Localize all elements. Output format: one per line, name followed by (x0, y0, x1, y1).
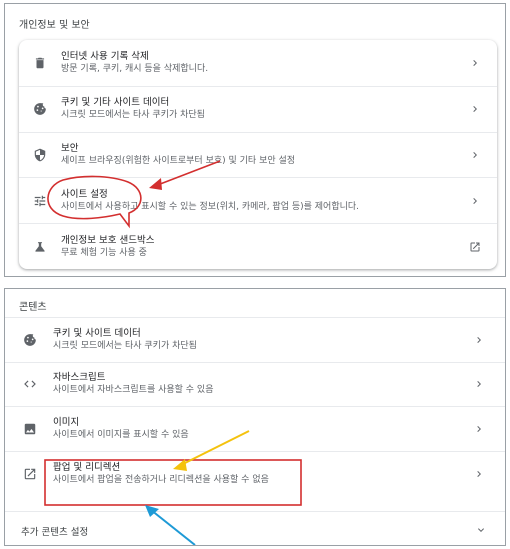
cookie-icon (23, 333, 37, 347)
open-in-new-icon (23, 467, 37, 481)
privacy-section-title: 개인정보 및 보안 (19, 20, 90, 31)
chevron-right-icon[interactable] (469, 149, 481, 161)
row-title: 이미지 (53, 416, 80, 428)
chevron-right-icon[interactable] (469, 195, 481, 207)
privacy-security-panel: 개인정보 및 보안 인터넷 사용 기록 삭제 방문 기록, 쿠키, 캐시 등을 … (4, 3, 506, 277)
row-subtitle: 사이트에서 팝업을 전송하거나 리디렉션을 사용할 수 없음 (53, 474, 269, 485)
row-subtitle: 시크릿 모드에서는 타사 쿠키가 차단됨 (61, 110, 205, 121)
row-title: 보안 (61, 142, 79, 154)
row-title: 개인정보 보호 샌드박스 (61, 234, 155, 246)
row-title: 인터넷 사용 기록 삭제 (61, 50, 149, 62)
cookie-icon (33, 102, 47, 116)
images-row[interactable]: 이미지 사이트에서 이미지를 표시할 수 있음 (5, 406, 505, 451)
row-title: 쿠키 및 기타 사이트 데이터 (61, 97, 170, 109)
row-subtitle: 시크릿 모드에서는 타사 쿠키가 차단됨 (53, 340, 197, 351)
content-section-title: 콘텐츠 (19, 302, 47, 313)
site-settings-row[interactable]: 사이트 설정 사이트에서 사용하고 표시할 수 있는 정보(위치, 카메라, 팝… (19, 177, 497, 223)
content-cookies-row[interactable]: 쿠키 및 사이트 데이터 시크릿 모드에서는 타사 쿠키가 차단됨 (5, 317, 505, 362)
row-subtitle: 사이트에서 자바스크립트를 사용할 수 있음 (53, 385, 214, 396)
row-title: 자바스크립트 (53, 372, 106, 384)
chevron-down-icon[interactable] (475, 524, 487, 536)
image-icon (23, 422, 37, 436)
security-row[interactable]: 보안 세이프 브라우징(위험한 사이트로부터 보호) 및 기타 보안 설정 (19, 131, 497, 178)
flask-icon (33, 240, 47, 254)
additional-content-settings-row[interactable]: 추가 콘텐츠 설정 (5, 511, 505, 545)
cookies-site-data-row[interactable]: 쿠키 및 기타 사이트 데이터 시크릿 모드에서는 타사 쿠키가 차단됨 (19, 85, 497, 132)
clear-browsing-data-row[interactable]: 인터넷 사용 기록 삭제 방문 기록, 쿠키, 캐시 등을 삭제합니다. (19, 40, 497, 86)
row-subtitle: 사이트에서 이미지를 표시할 수 있음 (53, 429, 189, 440)
shield-icon (33, 148, 47, 162)
row-title: 사이트 설정 (61, 188, 108, 200)
row-subtitle: 방문 기록, 쿠키, 캐시 등을 삭제합니다. (61, 63, 209, 74)
chevron-right-icon[interactable] (473, 423, 485, 435)
chevron-right-icon[interactable] (469, 103, 481, 115)
chevron-right-icon[interactable] (473, 468, 485, 480)
row-title: 팝업 및 리디렉션 (53, 461, 121, 473)
more-settings-label: 추가 콘텐츠 설정 (21, 527, 89, 538)
code-icon (23, 377, 37, 391)
row-subtitle: 무료 체험 기능 사용 중 (61, 247, 147, 258)
privacy-sandbox-row[interactable]: 개인정보 보호 샌드박스 무료 체험 기능 사용 중 (19, 223, 497, 269)
chevron-right-icon[interactable] (473, 378, 485, 390)
trash-icon (33, 56, 47, 70)
tune-icon (33, 194, 47, 208)
chevron-right-icon[interactable] (469, 57, 481, 69)
row-title: 쿠키 및 사이트 데이터 (53, 327, 141, 339)
javascript-row[interactable]: 자바스크립트 사이트에서 자바스크립트를 사용할 수 있음 (5, 361, 505, 407)
row-subtitle: 사이트에서 사용하고 표시할 수 있는 정보(위치, 카메라, 팝업 등)를 제… (61, 201, 360, 212)
content-settings-panel: 콘텐츠 쿠키 및 사이트 데이터 시크릿 모드에서는 타사 쿠키가 차단됨 자바… (4, 288, 506, 546)
popups-redirects-row[interactable]: 팝업 및 리디렉션 사이트에서 팝업을 전송하거나 리디렉션을 사용할 수 없음 (5, 450, 505, 496)
row-subtitle: 세이프 브라우징(위험한 사이트로부터 보호) 및 기타 보안 설정 (61, 155, 296, 166)
privacy-card: 인터넷 사용 기록 삭제 방문 기록, 쿠키, 캐시 등을 삭제합니다. 쿠키 … (19, 40, 497, 269)
open-in-new-icon[interactable] (469, 241, 481, 253)
chevron-right-icon[interactable] (473, 334, 485, 346)
